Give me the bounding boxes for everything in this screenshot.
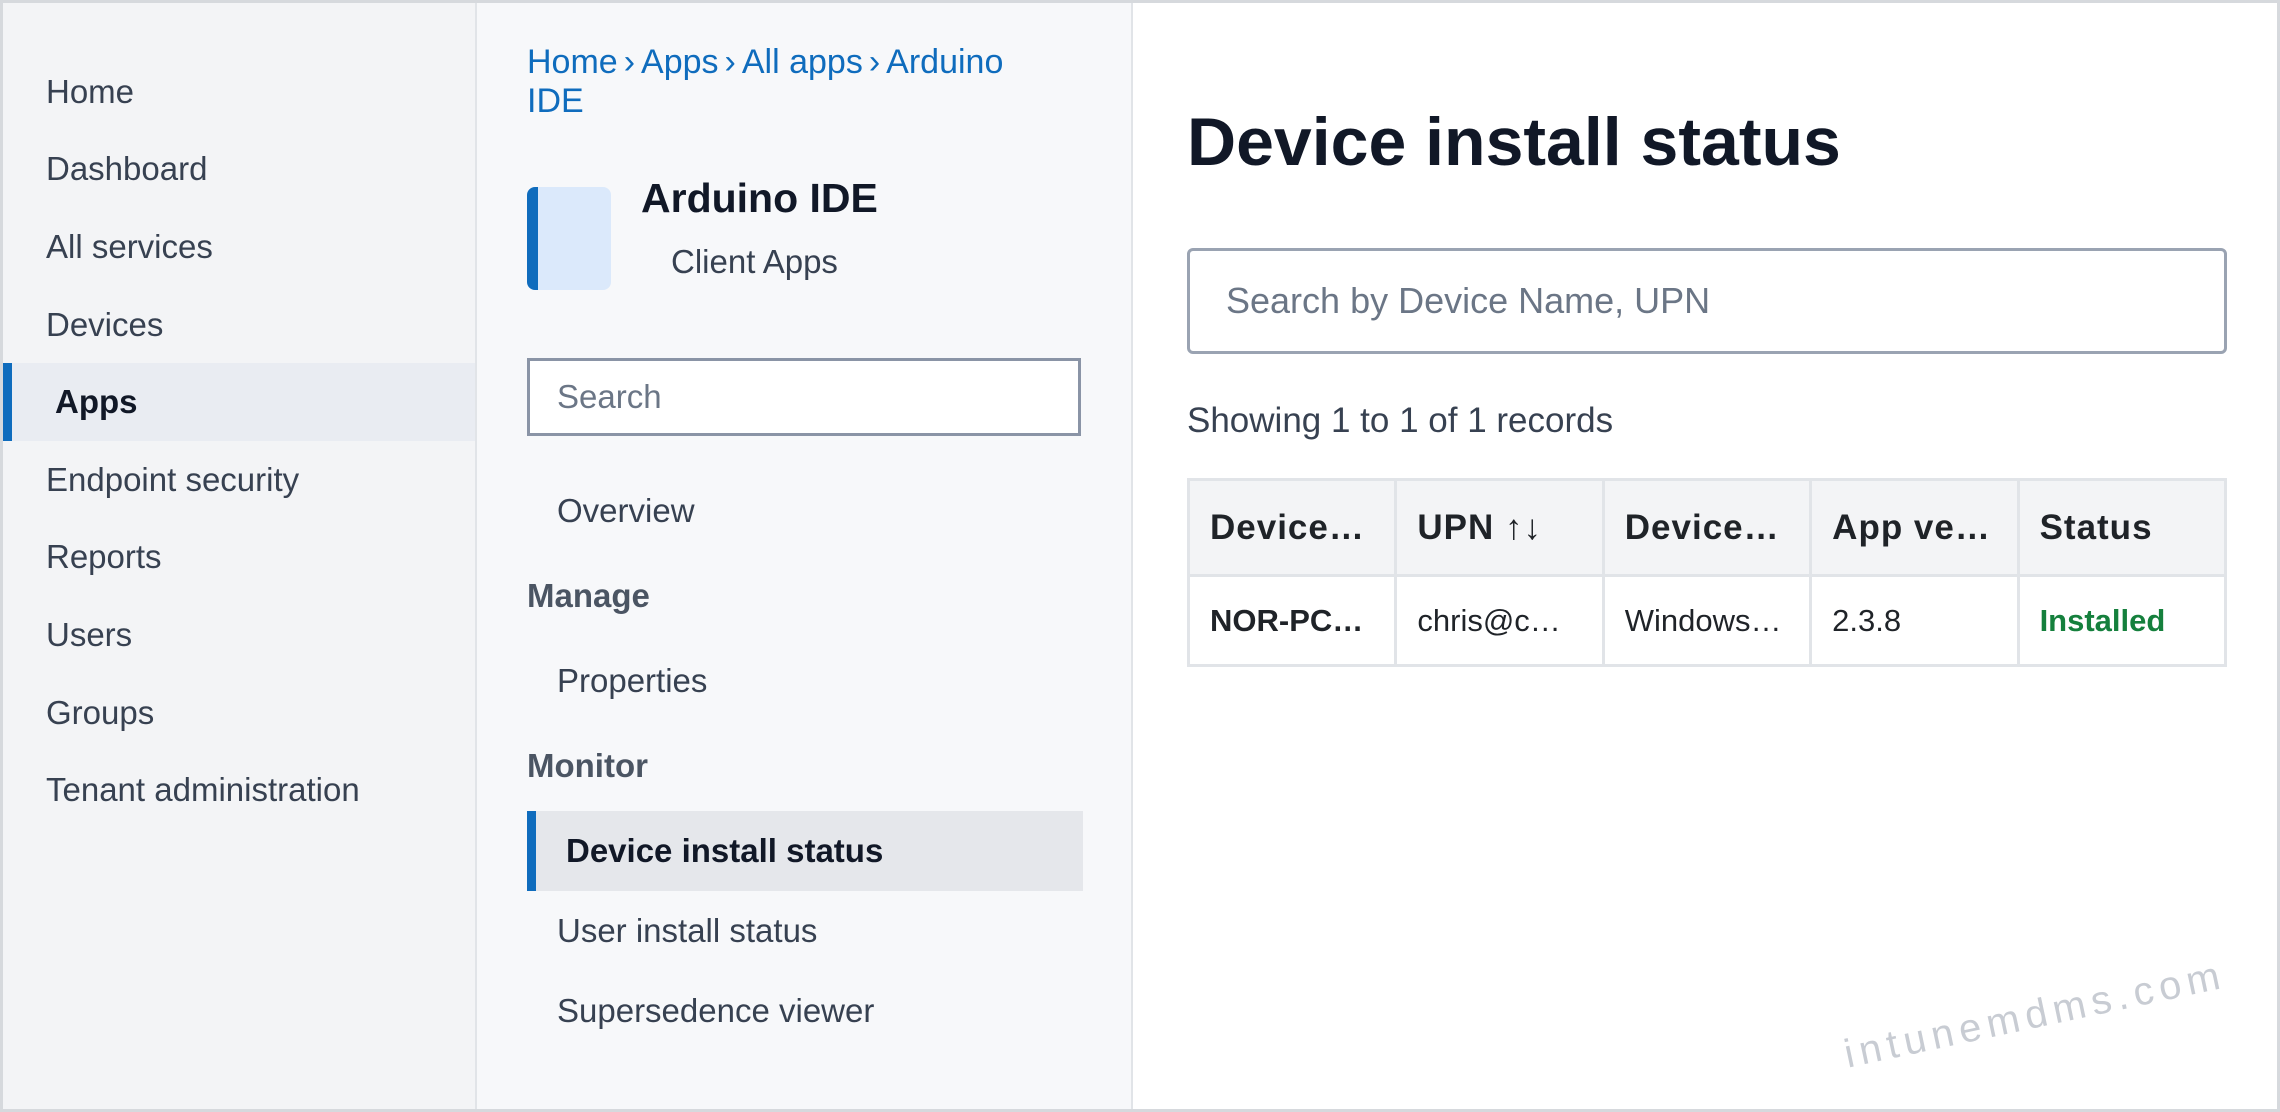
nav-item-devices[interactable]: Devices: [3, 286, 475, 364]
column-header-upn[interactable]: UPN ↑↓: [1394, 478, 1605, 577]
nav-item-groups[interactable]: Groups: [3, 674, 475, 752]
cell-device-os: Windows…: [1601, 574, 1813, 667]
menu-item-user-install-status[interactable]: User install status: [527, 891, 1083, 971]
menu-item-properties[interactable]: Properties: [527, 641, 1083, 721]
breadcrumb: Home › Apps › All apps › Arduino IDE: [527, 43, 1067, 121]
app-blade: Home › Apps › All apps › Arduino IDE Arduino I…: [477, 3, 1133, 1109]
left-navigation: Home Dashboard All services Devices Apps…: [3, 3, 477, 1109]
menu-item-overview[interactable]: Overview: [527, 471, 1083, 551]
table-header-row: Device… UPN ↑↓ Device… App ve… Status: [1186, 478, 2228, 577]
cell-app-version: 2.3.8: [1809, 574, 2020, 667]
cell-device-name: NOR-PC…: [1186, 574, 1398, 667]
cell-status: Installed: [2016, 574, 2228, 667]
menu-item-device-install-status[interactable]: Device install status: [527, 811, 1083, 891]
app-subtitle: Client Apps: [671, 243, 838, 280]
blade-menu: Overview Manage Properties Monitor Devic…: [527, 471, 1083, 1051]
breadcrumb-separator: ›: [868, 43, 881, 81]
column-header-status[interactable]: Status: [2016, 478, 2228, 577]
app-title: Arduino IDE: [641, 175, 878, 221]
breadcrumb-separator: ›: [623, 43, 636, 81]
page-title: Device install status: [1187, 104, 1841, 180]
breadcrumb-home[interactable]: Home: [527, 43, 618, 81]
menu-section-monitor: Monitor: [527, 747, 648, 784]
column-header-app-version[interactable]: App ve…: [1809, 478, 2020, 577]
menu-item-supersedence-viewer[interactable]: Supersedence viewer: [527, 971, 1083, 1051]
nav-item-apps[interactable]: Apps: [3, 363, 475, 441]
app-header: Arduino IDE Client Apps: [527, 171, 1087, 291]
column-header-device-name[interactable]: Device…: [1186, 478, 1398, 577]
nav-item-all-services[interactable]: All services: [3, 208, 475, 286]
table-row[interactable]: NOR-PC… chris@c… Windows… 2.3.8 Installe…: [1186, 574, 2228, 667]
blade-search-input[interactable]: [527, 358, 1081, 436]
nav-item-tenant-administration[interactable]: Tenant administration: [3, 751, 475, 829]
main-content: Device install status Showing 1 to 1 of …: [1133, 3, 2277, 1109]
column-header-device-os[interactable]: Device…: [1601, 478, 1813, 577]
nav-item-home[interactable]: Home: [3, 53, 475, 131]
nav-item-reports[interactable]: Reports: [3, 519, 475, 597]
nav-item-endpoint-security[interactable]: Endpoint security: [3, 441, 475, 519]
cell-upn: chris@c…: [1394, 574, 1605, 667]
breadcrumb-all-apps[interactable]: All apps: [742, 43, 863, 81]
breadcrumb-apps[interactable]: Apps: [641, 43, 719, 81]
records-count: Showing 1 to 1 of 1 records: [1187, 401, 1614, 440]
nav-item-users[interactable]: Users: [3, 596, 475, 674]
nav-item-dashboard[interactable]: Dashboard: [3, 131, 475, 209]
app-window: Home Dashboard All services Devices Apps…: [0, 0, 2280, 1112]
app-tile-icon: [527, 187, 611, 290]
breadcrumb-separator: ›: [724, 43, 736, 81]
device-search-input[interactable]: [1187, 248, 2227, 354]
install-status-table: Device… UPN ↑↓ Device… App ve… Status NO…: [1186, 478, 2228, 667]
menu-section-manage: Manage: [527, 577, 650, 614]
